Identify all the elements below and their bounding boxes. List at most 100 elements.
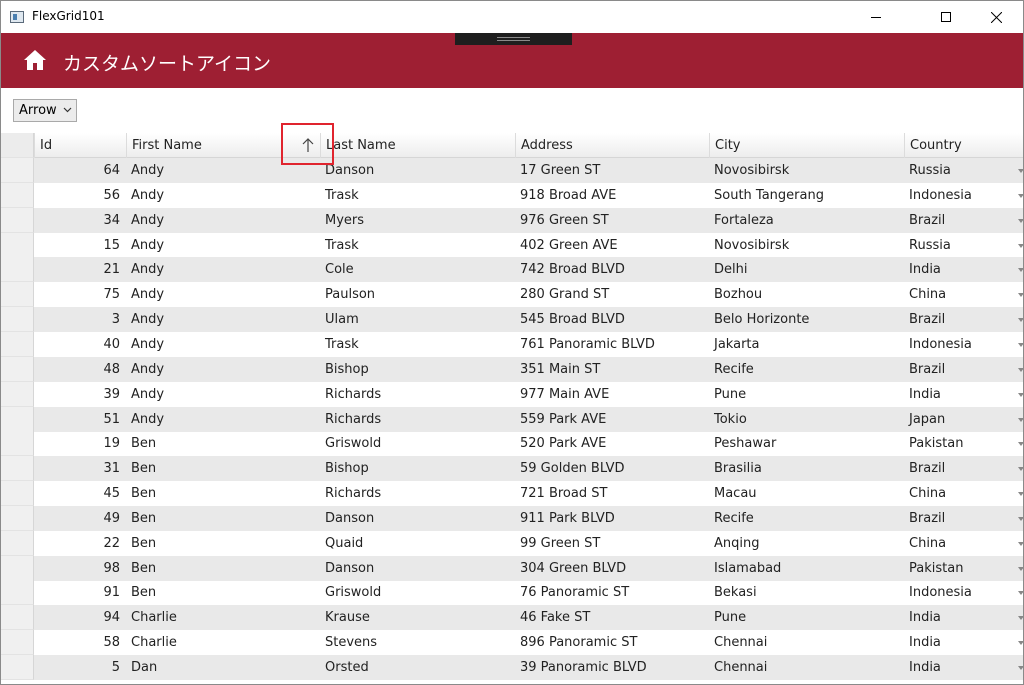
cell-city[interactable]: Novosibirsk <box>709 233 904 258</box>
cell-id[interactable]: 94 <box>34 605 126 630</box>
cell-first-name[interactable]: Ben <box>126 556 320 581</box>
cell-last-name[interactable]: Myers <box>320 208 515 233</box>
cell-first-name[interactable]: Andy <box>126 208 320 233</box>
cell-last-name[interactable]: Paulson <box>320 282 515 307</box>
cell-first-name[interactable]: Dan <box>126 655 320 680</box>
cell-last-name[interactable]: Griswold <box>320 580 515 605</box>
cell-address[interactable]: 99 Green ST <box>515 531 709 556</box>
cell-first-name[interactable]: Charlie <box>126 605 320 630</box>
row-header[interactable] <box>1 282 34 308</box>
table-row[interactable]: 5 Dan Orsted 39 Panoramic BLVD Chennai India <box>1 655 1023 680</box>
flex-grid[interactable]: Id First Name Last Name Address City Cou… <box>1 133 1023 684</box>
cell-address[interactable]: 896 Panoramic ST <box>515 630 709 655</box>
cell-address[interactable]: 351 Main ST <box>515 357 709 382</box>
cell-country[interactable]: China <box>904 481 1023 506</box>
cell-city[interactable]: Pune <box>709 605 904 630</box>
dropdown-triangle-icon[interactable] <box>1018 243 1023 248</box>
cell-country[interactable]: Brazil <box>904 357 1023 382</box>
dropdown-triangle-icon[interactable] <box>1018 367 1023 372</box>
table-row[interactable]: 39 Andy Richards 977 Main AVE Pune India <box>1 381 1023 407</box>
row-header[interactable] <box>1 331 34 357</box>
sort-icon-combobox[interactable]: Arrow <box>13 99 77 122</box>
cell-id[interactable]: 34 <box>34 208 126 233</box>
cell-country[interactable]: Brazil <box>904 456 1023 481</box>
dropdown-triangle-icon[interactable] <box>1018 616 1023 621</box>
cell-country[interactable]: Russia <box>904 158 1023 183</box>
cell-city[interactable]: Bozhou <box>709 282 904 307</box>
top-left-cell[interactable] <box>1 133 34 158</box>
cell-country[interactable]: India <box>904 382 1023 407</box>
row-header[interactable] <box>1 481 34 507</box>
cell-last-name[interactable]: Trask <box>320 233 515 258</box>
cell-address[interactable]: 545 Broad BLVD <box>515 307 709 332</box>
cell-id[interactable]: 98 <box>34 556 126 581</box>
cell-first-name[interactable]: Ben <box>126 506 320 531</box>
dropdown-triangle-icon[interactable] <box>1018 392 1023 397</box>
cell-id[interactable]: 45 <box>34 481 126 506</box>
column-header-id[interactable]: Id <box>34 133 126 158</box>
dropdown-triangle-icon[interactable] <box>1018 342 1023 347</box>
close-button[interactable] <box>973 1 1019 33</box>
cell-last-name[interactable]: Krause <box>320 605 515 630</box>
cell-id[interactable]: 91 <box>34 580 126 605</box>
cell-address[interactable]: 76 Panoramic ST <box>515 580 709 605</box>
cell-id[interactable]: 58 <box>34 630 126 655</box>
cell-last-name[interactable]: Danson <box>320 158 515 183</box>
cell-country[interactable]: Brazil <box>904 208 1023 233</box>
cell-city[interactable]: Tokio <box>709 407 904 432</box>
cell-country[interactable]: India <box>904 605 1023 630</box>
cell-id[interactable]: 15 <box>34 233 126 258</box>
dropdown-triangle-icon[interactable] <box>1018 169 1023 173</box>
cell-city[interactable]: Pune <box>709 382 904 407</box>
cell-city[interactable]: Delhi <box>709 257 904 282</box>
cell-country[interactable]: India <box>904 655 1023 680</box>
cell-first-name[interactable]: Andy <box>126 407 320 432</box>
cell-city[interactable]: Recife <box>709 506 904 531</box>
cell-city[interactable]: South Tangerang <box>709 183 904 208</box>
cell-address[interactable]: 39 Panoramic BLVD <box>515 655 709 680</box>
table-row[interactable]: 64 Andy Danson 17 Green ST Novosibirsk Russia <box>1 158 1023 183</box>
row-header[interactable] <box>1 356 34 382</box>
minimize-button[interactable] <box>853 1 899 33</box>
cell-address[interactable]: 911 Park BLVD <box>515 506 709 531</box>
cell-country[interactable]: Pakistan <box>904 431 1023 456</box>
row-header[interactable] <box>1 530 34 556</box>
cell-first-name[interactable]: Ben <box>126 456 320 481</box>
cell-last-name[interactable]: Danson <box>320 506 515 531</box>
cell-id[interactable]: 49 <box>34 506 126 531</box>
cell-address[interactable]: 559 Park AVE <box>515 407 709 432</box>
cell-last-name[interactable]: Griswold <box>320 431 515 456</box>
row-header[interactable] <box>1 505 34 531</box>
cell-city[interactable]: Novosibirsk <box>709 158 904 183</box>
cell-first-name[interactable]: Andy <box>126 257 320 282</box>
table-row[interactable]: 56 Andy Trask 918 Broad AVE South Tangerang I… <box>1 182 1023 208</box>
column-header-country[interactable]: Country <box>904 133 1023 158</box>
cell-id[interactable]: 5 <box>34 655 126 680</box>
row-header[interactable] <box>1 456 34 482</box>
cell-id[interactable]: 22 <box>34 531 126 556</box>
cell-first-name[interactable]: Andy <box>126 357 320 382</box>
cell-id[interactable]: 3 <box>34 307 126 332</box>
row-header[interactable] <box>1 307 34 333</box>
cell-last-name[interactable]: Bishop <box>320 357 515 382</box>
cell-country[interactable]: Japan <box>904 407 1023 432</box>
cell-country[interactable]: Indonesia <box>904 183 1023 208</box>
column-header-city[interactable]: City <box>709 133 904 158</box>
cell-address[interactable]: 976 Green ST <box>515 208 709 233</box>
sort-ascending-arrow-icon[interactable] <box>301 137 315 153</box>
table-row[interactable]: 51 Andy Richards 559 Park AVE Tokio Japan <box>1 406 1023 432</box>
table-row[interactable]: 22 Ben Quaid 99 Green ST Anqing China <box>1 530 1023 556</box>
cell-last-name[interactable]: Cole <box>320 257 515 282</box>
cell-address[interactable]: 46 Fake ST <box>515 605 709 630</box>
table-row[interactable]: 40 Andy Trask 761 Panoramic BLVD Jakarta Indo… <box>1 331 1023 357</box>
table-row[interactable]: 31 Ben Bishop 59 Golden BLVD Brasilia Brazil <box>1 456 1023 482</box>
row-header[interactable] <box>1 158 34 183</box>
dropdown-triangle-icon[interactable] <box>1018 516 1023 521</box>
dropdown-triangle-icon[interactable] <box>1018 218 1023 223</box>
cell-address[interactable]: 280 Grand ST <box>515 282 709 307</box>
cell-last-name[interactable]: Richards <box>320 382 515 407</box>
row-header[interactable] <box>1 406 34 432</box>
cell-id[interactable]: 56 <box>34 183 126 208</box>
table-row[interactable]: 98 Ben Danson 304 Green BLVD Islamabad Pakist… <box>1 555 1023 581</box>
cell-city[interactable]: Fortaleza <box>709 208 904 233</box>
